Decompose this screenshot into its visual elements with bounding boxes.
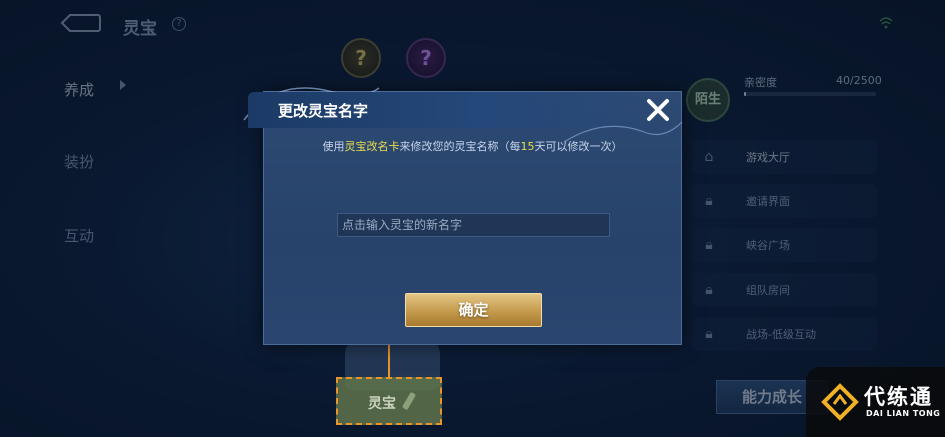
lingbao-tab-label: 灵宝	[368, 396, 396, 412]
desc-prefix: 使用	[322, 140, 345, 153]
desc-middle: 来修改您的灵宝名称（每	[399, 140, 521, 153]
watermark-en: DAI LIAN TONG	[866, 409, 941, 418]
new-name-input[interactable]	[337, 213, 610, 237]
confirm-button[interactable]: 确定	[405, 293, 542, 327]
pen-icon	[401, 391, 417, 411]
dailiantong-logo-icon	[821, 383, 859, 421]
watermark: 代练通 DAI LIAN TONG	[806, 367, 945, 437]
watermark-cn: 代练通	[864, 385, 933, 409]
rename-card-highlight: 灵宝改名卡	[344, 140, 400, 153]
dialog-title: 更改灵宝名字	[278, 102, 369, 120]
days-highlight: 15	[520, 140, 535, 153]
rename-dialog: 更改灵宝名字 使用灵宝改名卡来修改您的灵宝名称（每15天可以修改一次） 确定	[243, 87, 683, 345]
dialog-description: 使用灵宝改名卡来修改您的灵宝名称（每15天可以修改一次）	[264, 138, 681, 154]
lingbao-tab-button[interactable]: 灵宝	[336, 377, 442, 425]
desc-suffix: 天可以修改一次）	[534, 140, 623, 153]
